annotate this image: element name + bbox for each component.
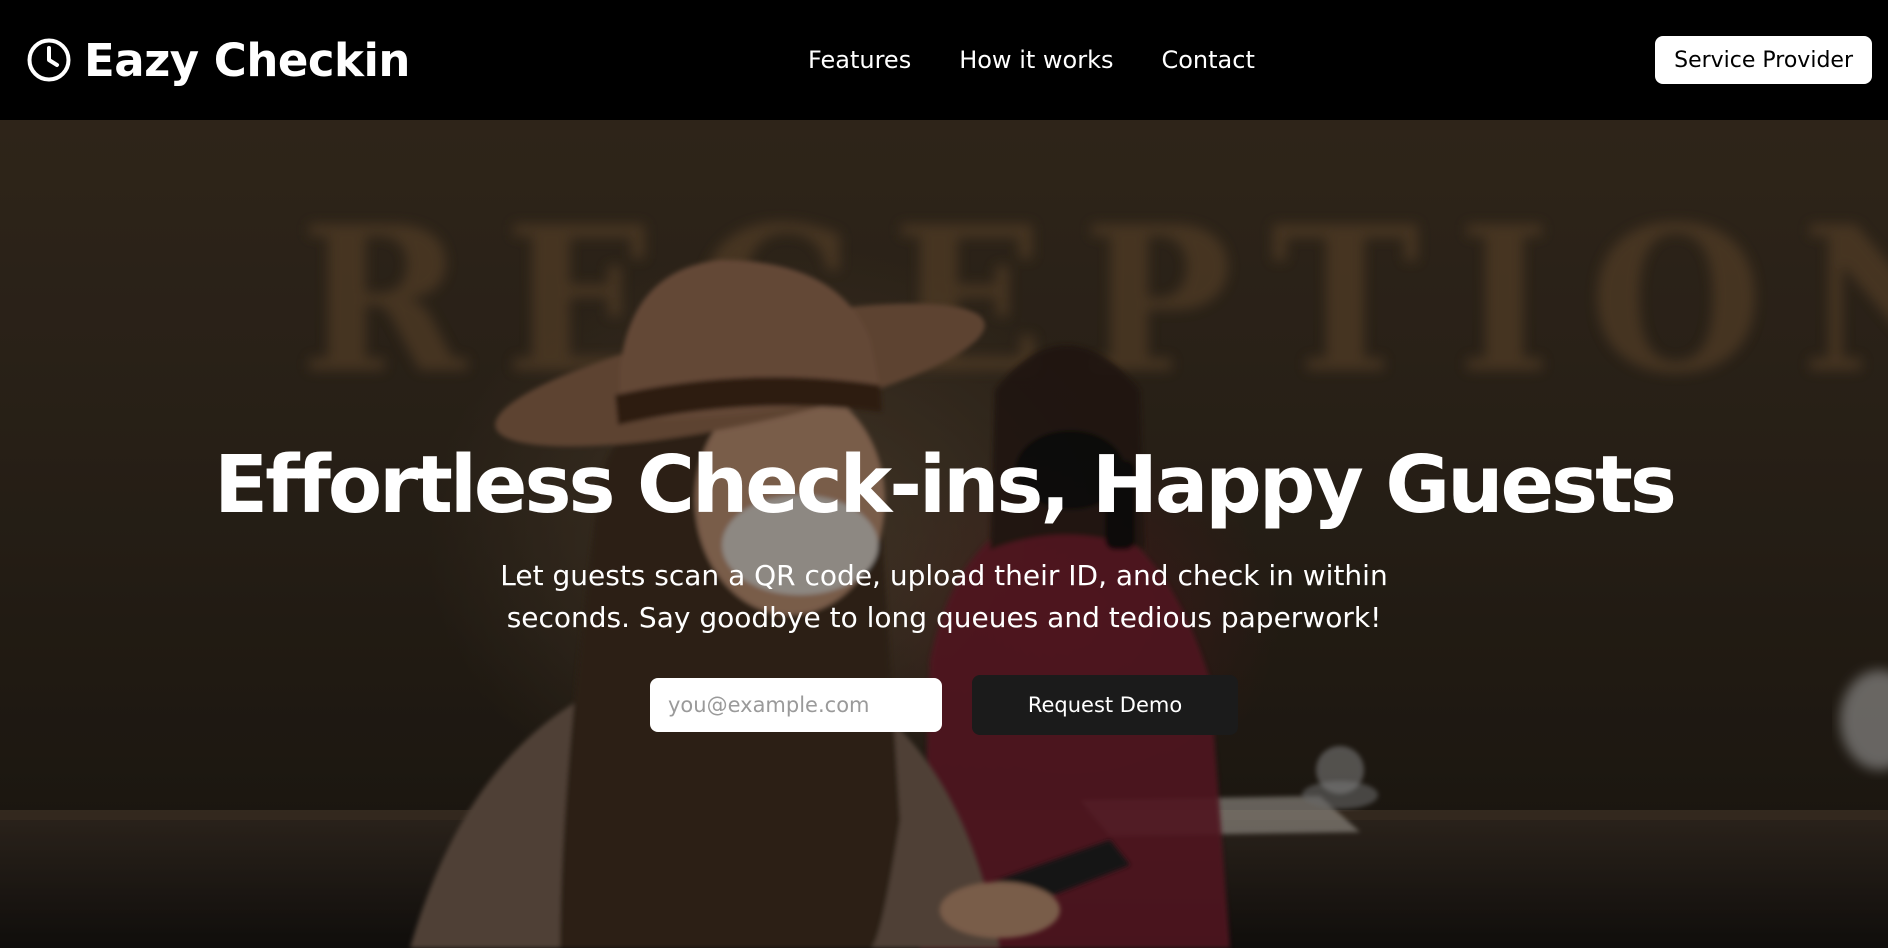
brand-logo-link[interactable]: Eazy Checkin: [26, 34, 410, 87]
main-nav: Features How it works Contact: [808, 0, 1255, 120]
nav-how-it-works[interactable]: How it works: [959, 46, 1113, 74]
hero-section: RECEPTION Effortless Check-ins, Happy Gu…: [0, 120, 1888, 948]
clock-icon: [26, 37, 72, 83]
request-demo-button[interactable]: Request Demo: [972, 674, 1238, 735]
email-input[interactable]: [650, 677, 942, 732]
hero-subtitle: Let guests scan a QR code, upload their …: [500, 558, 1388, 634]
service-provider-button[interactable]: Service Provider: [1655, 36, 1872, 84]
nav-features[interactable]: Features: [808, 46, 911, 74]
hero-title: Effortless Check-ins, Happy Guests: [214, 439, 1677, 531]
top-navbar: Eazy Checkin Features How it works Conta…: [0, 0, 1888, 120]
hero-content: Effortless Check-ins, Happy Guests Let g…: [0, 438, 1888, 735]
nav-contact[interactable]: Contact: [1161, 46, 1254, 74]
cta-row: Request Demo: [0, 674, 1888, 735]
brand-name: Eazy Checkin: [84, 33, 410, 87]
